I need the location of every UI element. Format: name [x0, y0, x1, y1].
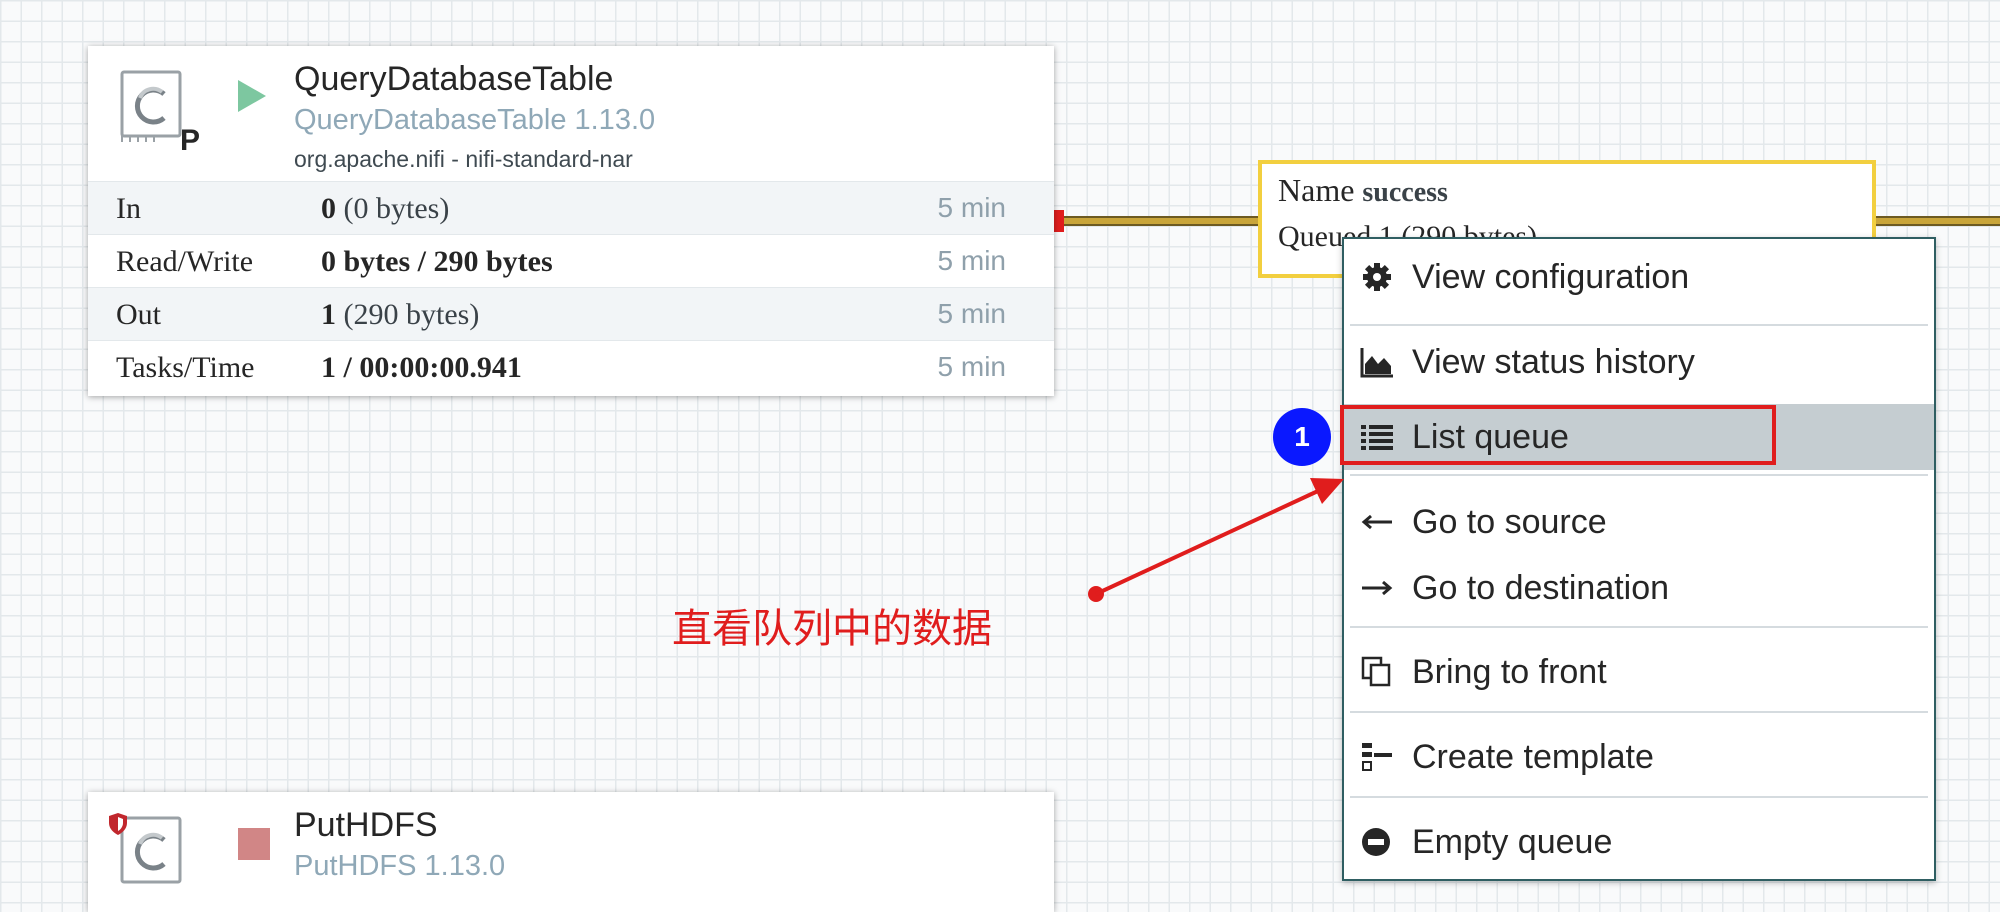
- flow-canvas[interactable]: P QueryDatabaseTable QueryDatabaseTable …: [0, 0, 2000, 912]
- annotation-arrow-icon: [1088, 478, 1344, 602]
